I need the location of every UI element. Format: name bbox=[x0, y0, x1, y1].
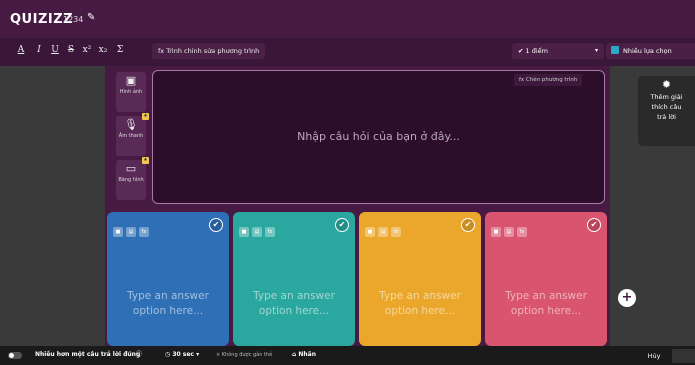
multiple-correct-label: Nhiều hơn một câu trả lời đúng bbox=[35, 351, 141, 358]
equation-icon[interactable]: fx bbox=[391, 227, 401, 237]
question-placeholder: Nhập câu hỏi của bạn ở đây... bbox=[297, 130, 460, 143]
time-value: 30 sec bbox=[172, 351, 194, 358]
add-image-label: Hình ảnh bbox=[119, 89, 143, 95]
text-color-button[interactable]: A bbox=[14, 42, 28, 58]
explanation-label: thích câu bbox=[651, 103, 682, 111]
italic-button[interactable]: I bbox=[32, 42, 46, 58]
answer-placeholder: Type an answer option here... bbox=[505, 290, 587, 317]
multiple-correct-toggle[interactable] bbox=[8, 352, 22, 359]
answer-tools: ■ ▤ fx bbox=[239, 218, 278, 237]
save-button[interactable] bbox=[672, 349, 695, 363]
answer-placeholder: Type an answer option here... bbox=[379, 290, 461, 317]
answer-option[interactable]: ■ ▤ fx ✔ Type an answer option here... bbox=[233, 212, 355, 346]
explanation-label: Thêm giải bbox=[650, 93, 683, 101]
insert-equation-button[interactable]: fx Chèn phương trình bbox=[514, 74, 583, 86]
image-icon[interactable]: ▤ bbox=[378, 227, 388, 237]
tag-button[interactable]: ⌂ Nhãn bbox=[292, 350, 316, 360]
microphone-icon: 🎙 bbox=[124, 118, 138, 131]
premium-badge: ★ bbox=[142, 113, 149, 120]
tag-label: Nhãn bbox=[298, 351, 317, 358]
add-audio-button[interactable]: ★ 🎙 Âm thanh bbox=[116, 113, 149, 156]
image-icon[interactable]: ▤ bbox=[504, 227, 514, 237]
top-bar bbox=[0, 0, 695, 38]
cancel-button[interactable]: Hủy bbox=[640, 349, 668, 363]
delete-icon[interactable]: ■ bbox=[239, 227, 249, 237]
question-type-dropdown[interactable]: Nhiều lựa chọn bbox=[606, 43, 695, 59]
answer-tools: ■ ▤ fx bbox=[365, 218, 404, 237]
answer-option[interactable]: ■ ▤ fx ✔ Type an answer option here... bbox=[359, 212, 481, 346]
delete-icon[interactable]: ■ bbox=[365, 227, 375, 237]
add-video-label: Băng hình bbox=[118, 177, 144, 183]
question-type-value: Nhiều lựa chọn bbox=[623, 47, 672, 55]
subscript-button[interactable]: x₂ bbox=[96, 42, 110, 58]
answer-option[interactable]: ■ ▤ fx ✔ Type an answer option here... bbox=[107, 212, 229, 346]
chevron-down-icon: ▾ bbox=[196, 351, 200, 358]
equation-icon[interactable]: fx bbox=[265, 227, 275, 237]
delete-icon[interactable]: ■ bbox=[113, 227, 123, 237]
clock-icon: ◷ bbox=[165, 351, 171, 358]
answer-option[interactable]: ■ ▤ fx ✔ Type an answer option here... bbox=[485, 212, 607, 346]
add-explanation-button[interactable]: ✹ Thêm giải thích câu trả lời bbox=[638, 76, 695, 146]
correct-toggle[interactable]: ✔ bbox=[461, 218, 475, 232]
add-image-button[interactable]: ▣ Hình ảnh bbox=[116, 72, 146, 112]
sigma-button[interactable]: Σ bbox=[113, 42, 127, 58]
equation-icon[interactable]: fx bbox=[139, 227, 149, 237]
add-answer-button[interactable]: + bbox=[618, 289, 636, 307]
check-circle-icon: ✔ bbox=[518, 47, 524, 55]
answer-placeholder: Type an answer option here... bbox=[127, 290, 209, 317]
explanation-label: trả lời bbox=[657, 113, 676, 121]
image-icon[interactable]: ▤ bbox=[126, 227, 136, 237]
delete-icon[interactable]: ■ bbox=[491, 227, 501, 237]
add-audio-label: Âm thanh bbox=[118, 133, 144, 139]
premium-badge: ★ bbox=[142, 157, 149, 164]
answer-tools: ■ ▤ fx bbox=[491, 218, 530, 237]
info-icon[interactable]: ⓘ bbox=[136, 350, 142, 360]
untagged-label: × Không được gắn thẻ bbox=[216, 352, 273, 358]
correct-toggle[interactable]: ✔ bbox=[209, 218, 223, 232]
strikethrough-button[interactable]: S bbox=[64, 42, 78, 58]
points-dropdown[interactable]: ✔ 1 điểm ▾ bbox=[512, 43, 604, 59]
multiple-choice-icon bbox=[611, 46, 619, 54]
video-icon: ▭ bbox=[125, 162, 137, 175]
chevron-down-icon: ▾ bbox=[594, 47, 598, 54]
points-value: 1 điểm bbox=[525, 47, 548, 55]
quiz-name[interactable]: 1234 bbox=[63, 15, 83, 24]
correct-toggle[interactable]: ✔ bbox=[335, 218, 349, 232]
lightbulb-icon: ✹ bbox=[661, 78, 672, 91]
pencil-icon[interactable]: ✎ bbox=[87, 12, 95, 23]
superscript-button[interactable]: x² bbox=[80, 42, 94, 58]
answer-tools: ■ ▤ fx bbox=[113, 218, 152, 237]
correct-toggle[interactable]: ✔ bbox=[587, 218, 601, 232]
underline-button[interactable]: U bbox=[48, 42, 62, 58]
image-icon: ▣ bbox=[125, 74, 137, 87]
tag-icon: ⌂ bbox=[292, 351, 297, 358]
equation-icon[interactable]: fx bbox=[517, 227, 527, 237]
answer-placeholder: Type an answer option here... bbox=[253, 290, 335, 317]
left-panel bbox=[0, 66, 105, 346]
equation-editor-button[interactable]: fx Trình chỉnh sửa phương trình bbox=[152, 43, 266, 59]
add-video-button[interactable]: ★ ▭ Băng hình bbox=[116, 157, 149, 200]
time-dropdown[interactable]: ◷ 30 sec ▾ bbox=[165, 350, 199, 360]
image-icon[interactable]: ▤ bbox=[252, 227, 262, 237]
